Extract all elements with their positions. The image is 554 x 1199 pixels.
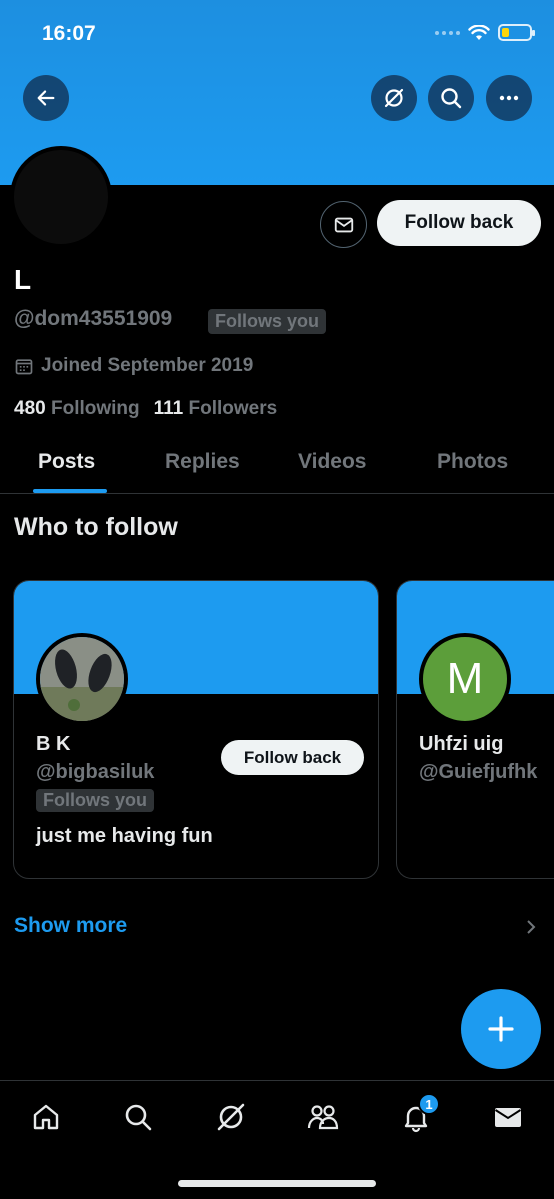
search-icon: [125, 1104, 152, 1131]
suggestion-card[interactable]: B K @bigbasiluk Follows you just me havi…: [13, 580, 379, 879]
compose-button[interactable]: [461, 989, 541, 1069]
card-bio: just me having fun: [36, 825, 213, 847]
card-avatar[interactable]: [36, 633, 128, 725]
profile-name: L: [14, 264, 32, 295]
nav-search[interactable]: [118, 1097, 158, 1137]
tab-posts[interactable]: Posts: [38, 450, 95, 474]
who-to-follow-title: Who to follow: [14, 513, 178, 541]
chevron-right-icon: [527, 920, 536, 934]
followers-count: 111: [153, 398, 184, 419]
grok-icon: [217, 1103, 245, 1131]
card-avatar[interactable]: M: [419, 633, 511, 725]
follows-you-badge: Follows you: [208, 309, 327, 334]
grok-icon: [384, 88, 404, 108]
plus-icon: [488, 1016, 514, 1042]
profile-tabs: Posts Replies Videos Photos: [0, 436, 554, 494]
messages-icon: [494, 1108, 522, 1127]
more-button[interactable]: [486, 75, 532, 121]
wifi-icon: [468, 24, 490, 40]
profile-handle: @dom43551909: [14, 307, 173, 330]
following-count: 480: [14, 398, 46, 419]
back-button[interactable]: [23, 75, 69, 121]
profile-stats: 480 Following 111 Followers: [14, 398, 277, 420]
followers-label: Followers: [188, 398, 278, 419]
card-handle: @bigbasiluk: [36, 761, 155, 783]
grok-button[interactable]: [371, 75, 417, 121]
search-icon: [441, 88, 462, 109]
card-follow-back-button[interactable]: Follow back: [221, 740, 364, 775]
more-icon: [499, 95, 519, 101]
active-tab-indicator: [33, 489, 107, 493]
nav-notifications[interactable]: 1: [396, 1093, 440, 1137]
card-name: Uhfzi uig: [419, 733, 504, 755]
signal-icon: [435, 30, 460, 35]
card-name: B K: [36, 733, 71, 755]
following-label: Following: [50, 398, 140, 419]
search-button[interactable]: [428, 75, 474, 121]
arrow-left-icon: [37, 90, 55, 106]
calendar-icon: [15, 359, 33, 375]
status-time: 16:07: [42, 22, 96, 45]
tab-videos[interactable]: Videos: [298, 450, 366, 474]
follows-you-badge: Follows you: [36, 789, 155, 812]
profile-avatar[interactable]: [10, 146, 112, 248]
follow-back-button[interactable]: Follow back: [377, 200, 541, 246]
suggestion-card[interactable]: M Uhfzi uig @Guiefjufhk: [396, 580, 554, 879]
communities-icon: [307, 1105, 339, 1130]
nav-communities[interactable]: [303, 1097, 343, 1137]
avatar-letter: M: [446, 654, 484, 703]
followers-link[interactable]: 111 Followers: [154, 398, 278, 420]
show-more-link[interactable]: Show more: [14, 914, 127, 938]
status-icons: [435, 24, 535, 41]
mail-icon: [334, 217, 353, 232]
tab-photos[interactable]: Photos: [437, 450, 508, 474]
home-indicator: [178, 1180, 376, 1187]
card-handle: @Guiefjufhk: [419, 761, 538, 783]
nav-home[interactable]: [26, 1097, 66, 1137]
nav-messages[interactable]: [488, 1097, 528, 1137]
battery-icon: [498, 24, 535, 41]
joined-text: Joined September 2019: [41, 355, 254, 376]
avatar-photo: [40, 637, 124, 721]
tab-replies[interactable]: Replies: [165, 450, 240, 474]
following-link[interactable]: 480 Following: [14, 398, 140, 420]
notification-badge: 1: [418, 1093, 440, 1115]
nav-grok[interactable]: [211, 1097, 251, 1137]
home-icon: [33, 1104, 59, 1130]
message-button[interactable]: [320, 201, 367, 248]
joined-date: Joined September 2019: [14, 355, 253, 377]
